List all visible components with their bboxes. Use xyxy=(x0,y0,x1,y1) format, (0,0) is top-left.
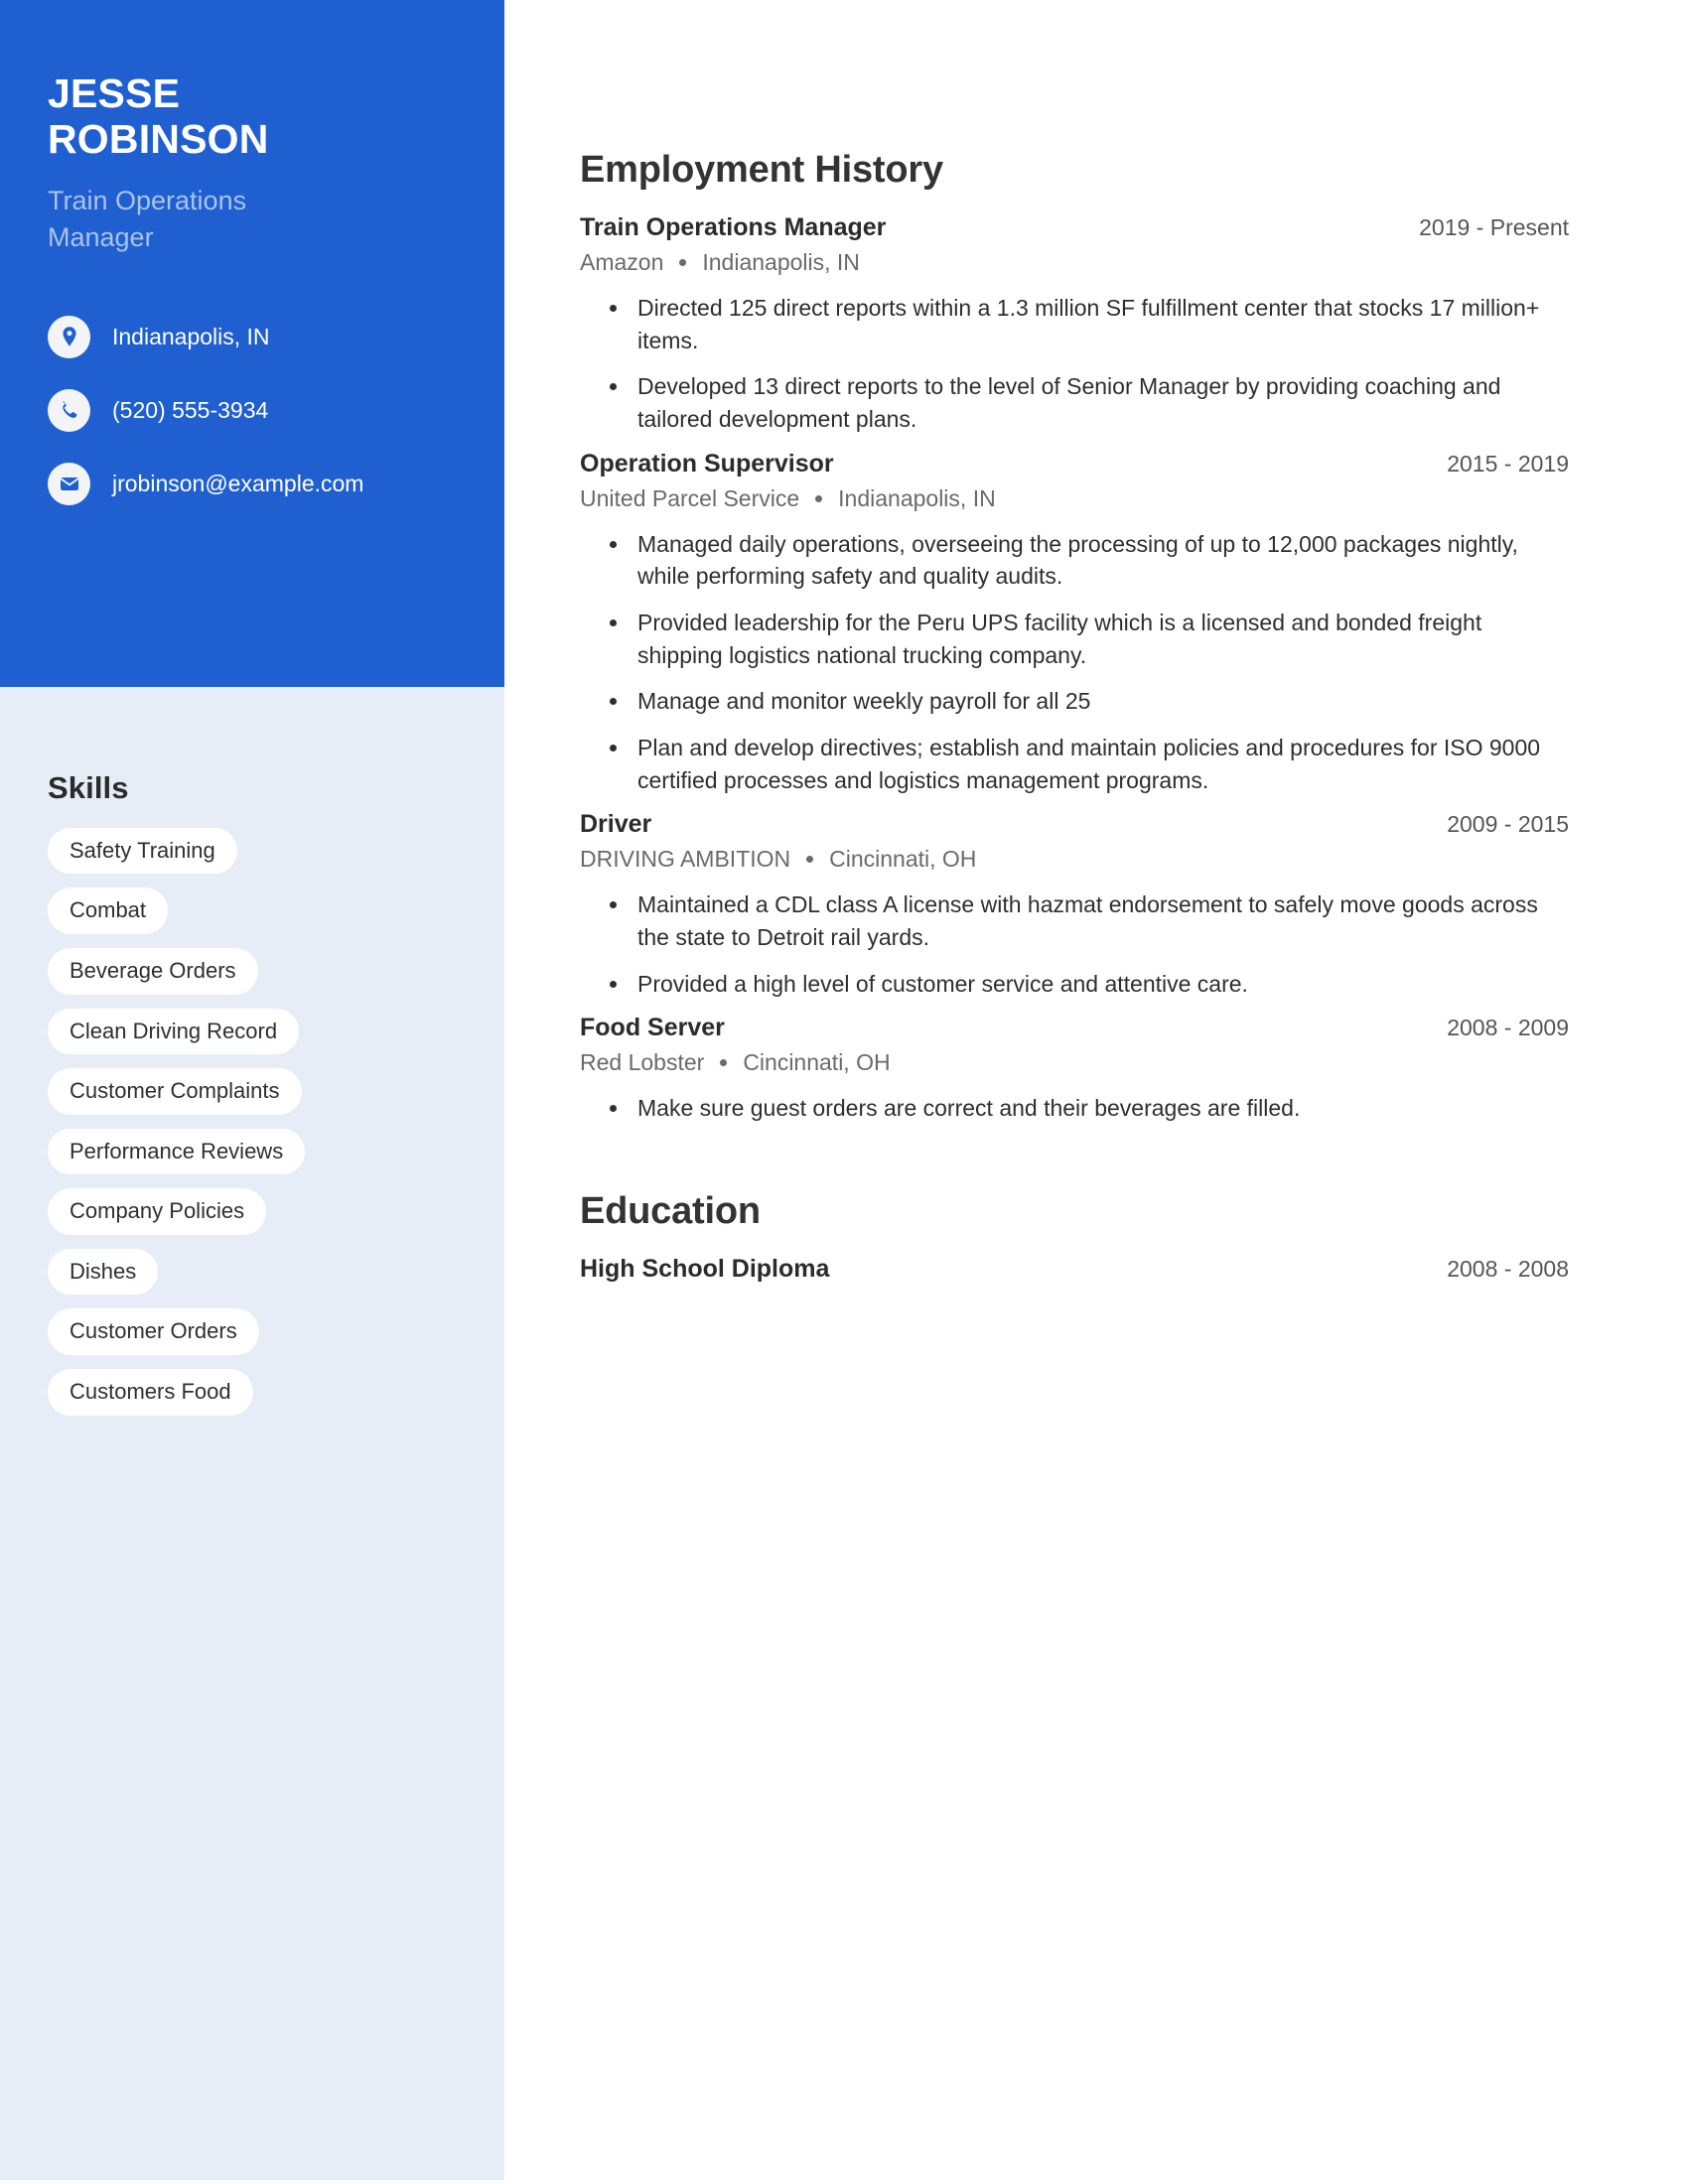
location-pin-icon xyxy=(48,315,90,358)
skill-row: Combat xyxy=(48,887,457,948)
skill-pill: Company Policies xyxy=(48,1188,267,1235)
job-bullet: Maintained a CDL class A license with ha… xyxy=(610,888,1569,953)
job-title: Driver xyxy=(580,810,652,839)
skills-section: Skills Safety Training Combat Beverage Ord… xyxy=(0,687,504,1430)
employment-history-title: Employment History xyxy=(580,149,943,191)
job-date-range: 2015 - 2019 xyxy=(1447,450,1569,477)
job-title: Train Operations Manager xyxy=(580,213,887,241)
separator-dot-icon xyxy=(720,1059,728,1067)
skill-pill: Customer Orders xyxy=(48,1308,259,1356)
employment-entry-header: Food Server 2008 - 2009 xyxy=(580,1014,1569,1042)
education-date-range: 2008 - 2008 xyxy=(1447,1255,1569,1282)
job-location: Cincinnati, OH xyxy=(829,846,977,873)
job-bullet: Directed 125 direct reports within a 1.3… xyxy=(610,292,1569,356)
sidebar: JESSE ROBINSON Train Operations Manager … xyxy=(0,0,504,2180)
job-bullet-list: Managed daily operations, overseeing the… xyxy=(580,528,1569,797)
job-bullet: Plan and develop directives; establish a… xyxy=(610,732,1569,796)
separator-dot-icon xyxy=(806,856,814,864)
contact-email: jrobinson@example.com xyxy=(48,458,457,509)
skill-row: Customers Food xyxy=(48,1369,457,1430)
employment-entry-header: Operation Supervisor 2015 - 2019 xyxy=(580,450,1569,478)
candidate-first-name: JESSE xyxy=(48,70,181,116)
job-bullet: Manage and monitor weekly payroll for al… xyxy=(610,685,1569,718)
skill-pill: Safety Training xyxy=(48,827,237,875)
sidebar-header: JESSE ROBINSON Train Operations Manager … xyxy=(0,0,504,687)
job-company-location: DRIVING AMBITION Cincinnati, OH xyxy=(580,846,1569,873)
candidate-role-line-1: Train Operations xyxy=(48,185,247,215)
skill-pill: Clean Driving Record xyxy=(48,1008,300,1055)
skill-row: Customer Complaints xyxy=(48,1068,457,1129)
job-location: Indianapolis, IN xyxy=(702,249,860,275)
education-entry: High School Diploma 2008 - 2008 xyxy=(580,1255,1569,1284)
job-location: Cincinnati, OH xyxy=(743,1049,891,1076)
skill-pill: Beverage Orders xyxy=(48,947,258,995)
skill-pill: Customers Food xyxy=(48,1369,253,1416)
employment-entry: Train Operations Manager 2019 - Present Am… xyxy=(580,213,1569,436)
skill-pill: Combat xyxy=(48,887,169,934)
job-bullet: Developed 13 direct reports to the level… xyxy=(610,370,1569,435)
job-date-range: 2009 - 2015 xyxy=(1447,811,1569,838)
skill-pill: Dishes xyxy=(48,1248,159,1296)
candidate-role-line-2: Manager xyxy=(48,221,154,252)
job-bullet-list: Maintained a CDL class A license with ha… xyxy=(580,888,1569,1000)
job-company-location: United Parcel Service Indianapolis, IN xyxy=(580,485,1569,512)
phone-icon xyxy=(48,388,90,432)
employment-entry: Food Server 2008 - 2009 Red Lobster Cincinn… xyxy=(580,1014,1569,1125)
job-title: Food Server xyxy=(580,1014,725,1042)
job-date-range: 2008 - 2009 xyxy=(1447,1015,1569,1041)
skill-row: Beverage Orders xyxy=(48,947,457,1009)
job-bullet-list: Make sure guest orders are correct and t… xyxy=(580,1092,1569,1125)
contact-phone-value: (520) 555-3934 xyxy=(112,396,269,423)
candidate-name: JESSE ROBINSON xyxy=(48,0,457,163)
job-company-location: Red Lobster Cincinnati, OH xyxy=(580,1049,1569,1076)
skills-list: Safety Training Combat Beverage Orders Clea… xyxy=(48,827,457,1430)
skill-pill: Customer Complaints xyxy=(48,1068,302,1115)
employment-entry: Driver 2009 - 2015 DRIVING AMBITION Cincinn… xyxy=(580,810,1569,1000)
skill-row: Company Policies xyxy=(48,1188,457,1249)
job-company-location: Amazon Indianapolis, IN xyxy=(580,249,1569,276)
skill-row: Customer Orders xyxy=(48,1308,457,1369)
skill-row: Safety Training xyxy=(48,827,457,888)
job-location: Indianapolis, IN xyxy=(838,484,996,511)
education-degree: High School Diploma xyxy=(580,1254,830,1283)
skill-pill: Performance Reviews xyxy=(48,1128,306,1175)
job-date-range: 2019 - Present xyxy=(1419,214,1569,240)
contact-list: Indianapolis, IN (520) 555-3934 jrobinso… xyxy=(48,311,457,509)
resume-page: JESSE ROBINSON Train Operations Manager … xyxy=(0,0,1688,2184)
education-list: High School Diploma 2008 - 2008 xyxy=(580,1255,1569,1284)
candidate-last-name: ROBINSON xyxy=(48,115,269,162)
skills-title: Skills xyxy=(48,769,129,805)
education-title: Education xyxy=(580,1189,761,1232)
employment-entry-header: Train Operations Manager 2019 - Present xyxy=(580,213,1569,242)
job-company: United Parcel Service xyxy=(580,484,800,511)
job-company: Red Lobster xyxy=(580,1049,705,1076)
contact-phone: (520) 555-3934 xyxy=(48,384,457,436)
job-bullet: Provided a high level of customer servic… xyxy=(610,968,1569,1001)
skill-row: Dishes xyxy=(48,1248,457,1309)
envelope-icon xyxy=(48,462,90,505)
candidate-role: Train Operations Manager xyxy=(48,183,457,255)
job-company: Amazon xyxy=(580,249,664,275)
job-bullet-list: Directed 125 direct reports within a 1.3… xyxy=(580,292,1569,436)
employment-entry-header: Driver 2009 - 2015 xyxy=(580,810,1569,839)
job-bullet: Provided leadership for the Peru UPS fac… xyxy=(610,607,1569,671)
employment-history-list: Train Operations Manager 2019 - Present Am… xyxy=(580,213,1569,1125)
skill-row: Performance Reviews xyxy=(48,1128,457,1189)
contact-email-value: jrobinson@example.com xyxy=(112,470,364,496)
separator-dot-icon xyxy=(679,259,687,266)
job-title: Operation Supervisor xyxy=(580,449,834,478)
separator-dot-icon xyxy=(815,494,823,502)
job-bullet: Make sure guest orders are correct and t… xyxy=(610,1092,1569,1125)
main-content: Employment History Train Operations Mana… xyxy=(504,0,1688,2184)
job-bullet: Managed daily operations, overseeing the… xyxy=(610,528,1569,593)
employment-entry: Operation Supervisor 2015 - 2019 United Pa… xyxy=(580,450,1569,797)
contact-location: Indianapolis, IN xyxy=(48,311,457,362)
skill-row: Clean Driving Record xyxy=(48,1008,457,1069)
contact-location-value: Indianapolis, IN xyxy=(112,323,270,349)
job-company: DRIVING AMBITION xyxy=(580,846,791,873)
